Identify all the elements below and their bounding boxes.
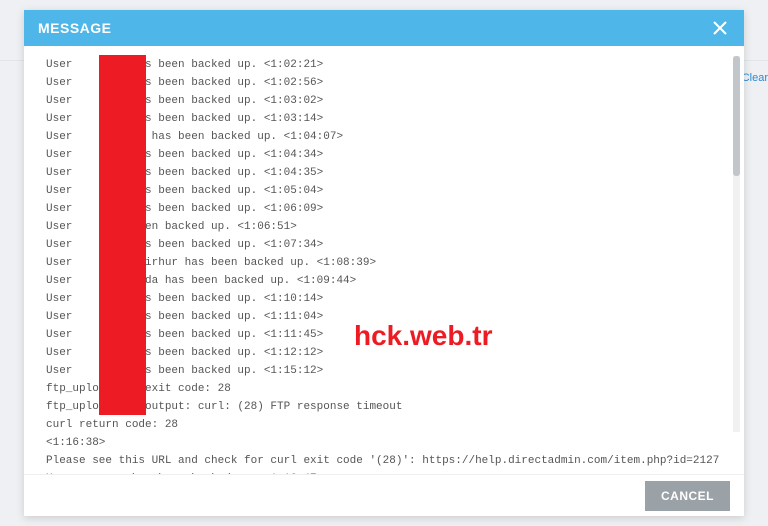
close-icon[interactable] <box>710 18 730 38</box>
log-line: curl return code: 28 <box>46 416 722 434</box>
modal-title: MESSAGE <box>38 20 112 36</box>
cancel-button[interactable]: CANCEL <box>645 481 730 511</box>
log-line: User has been backed up. <1:15:12> <box>46 362 722 380</box>
log-line: User has been backed up. <1:16:47> <box>46 470 722 474</box>
scrollbar-thumb[interactable] <box>733 56 740 176</box>
log-output: User has been backed up. <1:02:21>User h… <box>46 56 722 474</box>
log-line: User has been backed up. <1:07:34> <box>46 236 722 254</box>
log-line: User has been backed up. <1:02:21> <box>46 56 722 74</box>
log-line: User emirhur has been backed up. <1:08:3… <box>46 254 722 272</box>
log-line: User has been backed up. <1:11:45> <box>46 326 722 344</box>
log-line: ftp_upload.php exit code: 28 <box>46 380 722 398</box>
log-line: User has been backed up. <1:10:14> <box>46 290 722 308</box>
log-line: User am has been backed up. <1:04:07> <box>46 128 722 146</box>
log-line: User has been backed up. <1:11:04> <box>46 308 722 326</box>
log-line: User has been backed up. <1:06:09> <box>46 200 722 218</box>
log-line: User has been backed up. <1:05:04> <box>46 182 722 200</box>
log-line: User been backed up. <1:06:51> <box>46 218 722 236</box>
log-line: ftp_upload.php output: curl: (28) FTP re… <box>46 398 722 416</box>
log-line: User has been backed up. <1:03:02> <box>46 92 722 110</box>
log-line: User has been backed up. <1:03:14> <box>46 110 722 128</box>
scrollbar-track[interactable] <box>733 56 740 432</box>
log-line: User has been backed up. <1:02:56> <box>46 74 722 92</box>
log-line: <1:16:38> <box>46 434 722 452</box>
log-line: User has been backed up. <1:04:35> <box>46 164 722 182</box>
log-line: User has been backed up. <1:04:34> <box>46 146 722 164</box>
log-line: User has been backed up. <1:12:12> <box>46 344 722 362</box>
log-line: Please see this URL and check for curl e… <box>46 452 722 470</box>
log-line: User urda has been backed up. <1:09:44> <box>46 272 722 290</box>
modal-footer: CANCEL <box>24 474 744 516</box>
modal-header: MESSAGE <box>24 10 744 46</box>
modal-body: User has been backed up. <1:02:21>User h… <box>24 46 744 474</box>
message-modal: MESSAGE User has been backed up. <1:02:2… <box>24 10 744 516</box>
redaction-block-main <box>99 55 146 415</box>
